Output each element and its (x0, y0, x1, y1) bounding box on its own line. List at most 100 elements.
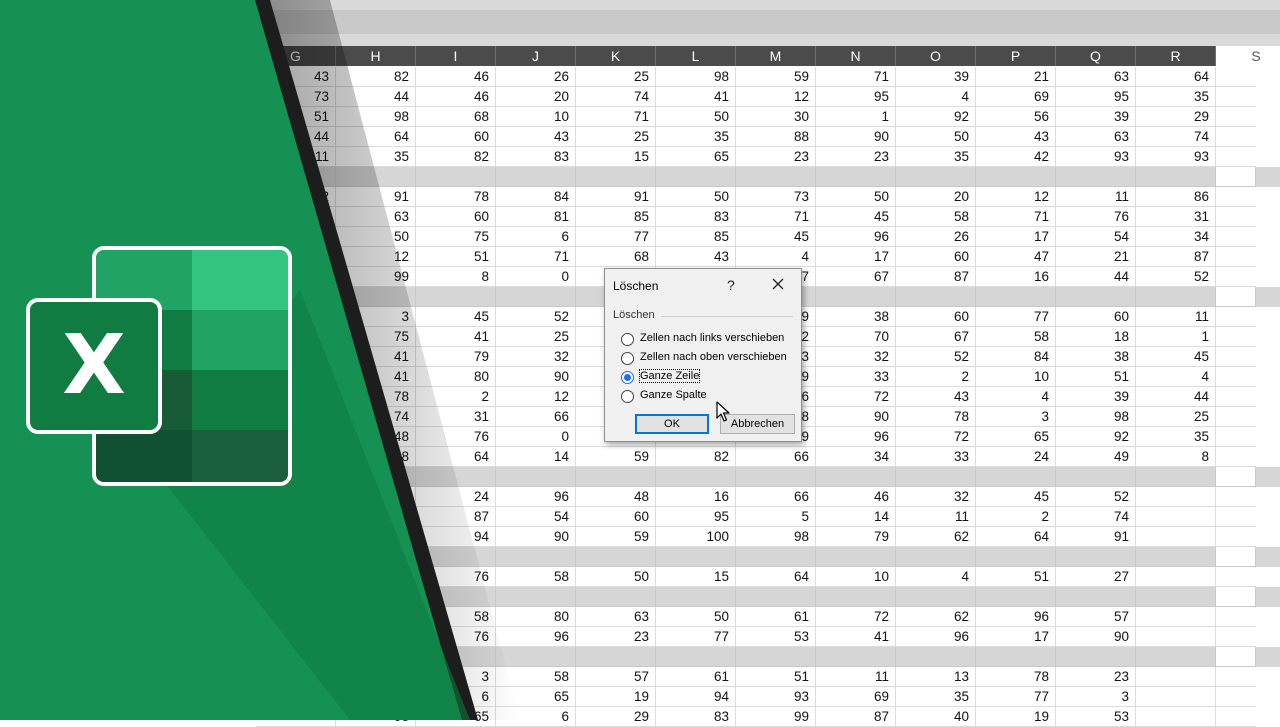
cell[interactable]: 60 (1056, 307, 1136, 327)
cell[interactable] (816, 167, 896, 187)
cell[interactable]: 50 (576, 567, 656, 587)
cell[interactable]: 11 (256, 147, 336, 167)
cell[interactable]: 50 (656, 607, 736, 627)
cell[interactable]: 68 (576, 247, 656, 267)
cell[interactable]: 41 (816, 627, 896, 647)
cell[interactable] (256, 587, 336, 607)
cell[interactable]: 64 (976, 527, 1056, 547)
cell[interactable]: 14 (816, 507, 896, 527)
cell[interactable] (1136, 707, 1216, 727)
cell[interactable]: 65 (496, 687, 576, 707)
cell[interactable]: 99 (336, 267, 416, 287)
cell[interactable]: 74 (1056, 507, 1136, 527)
cell[interactable]: 25 (1136, 407, 1216, 427)
cell[interactable] (816, 647, 896, 667)
cell[interactable]: 50 (896, 127, 976, 147)
cell[interactable]: 52 (1136, 267, 1216, 287)
cell[interactable] (656, 167, 736, 187)
cell[interactable] (816, 467, 896, 487)
cell[interactable]: 94 (416, 527, 496, 547)
cell[interactable]: 34 (816, 447, 896, 467)
cell[interactable]: 32 (816, 347, 896, 367)
column-header-h[interactable]: H (336, 46, 416, 66)
cell[interactable]: 39 (1056, 387, 1136, 407)
cell[interactable]: 4 (976, 387, 1056, 407)
cell[interactable]: 45 (416, 307, 496, 327)
cell[interactable]: 34 (1136, 227, 1216, 247)
cell[interactable]: 64 (1136, 67, 1216, 87)
cell[interactable]: 93 (1056, 147, 1136, 167)
cell[interactable] (1136, 487, 1216, 507)
cell[interactable] (656, 647, 736, 667)
cell[interactable]: 77 (976, 307, 1056, 327)
cell[interactable]: 21 (976, 67, 1056, 87)
cell[interactable]: 50 (656, 187, 736, 207)
cell[interactable]: 1 (816, 107, 896, 127)
cell[interactable] (1136, 627, 1216, 647)
cell[interactable]: 88 (736, 127, 816, 147)
cell[interactable]: 23 (576, 627, 656, 647)
cell[interactable]: 32 (256, 187, 336, 207)
cell[interactable]: 41 (336, 367, 416, 387)
cell[interactable]: 58 (976, 327, 1056, 347)
cell[interactable] (1136, 607, 1216, 627)
cell[interactable]: 39 (896, 67, 976, 87)
cell[interactable]: 61 (656, 667, 736, 687)
cell[interactable]: 57 (1056, 607, 1136, 627)
cell[interactable]: 3 (336, 307, 416, 327)
cell[interactable]: 58 (496, 567, 576, 587)
cell[interactable]: 14 (496, 447, 576, 467)
cell[interactable] (1216, 167, 1256, 187)
cell[interactable]: 54 (496, 507, 576, 527)
cell[interactable]: 65 (416, 707, 496, 727)
cell[interactable]: 90 (496, 527, 576, 547)
cell[interactable] (816, 287, 896, 307)
cell[interactable] (256, 667, 336, 687)
cell[interactable]: 74 (336, 407, 416, 427)
cell[interactable] (1216, 487, 1256, 507)
cell[interactable] (1136, 567, 1216, 587)
radio-entire-row[interactable] (621, 371, 634, 384)
cell[interactable]: 44 (1136, 387, 1216, 407)
cell[interactable]: 29 (1136, 107, 1216, 127)
cell[interactable]: 93 (1136, 147, 1216, 167)
cell[interactable]: 54 (1056, 227, 1136, 247)
cell[interactable]: 75 (336, 327, 416, 347)
cell[interactable] (1136, 667, 1216, 687)
cell[interactable]: 52 (896, 347, 976, 367)
cell[interactable]: 11 (336, 607, 416, 627)
cell[interactable] (896, 167, 976, 187)
cell[interactable]: 65 (656, 147, 736, 167)
cell[interactable]: 76 (416, 567, 496, 587)
cell[interactable]: 71 (816, 67, 896, 87)
cell[interactable]: 60 (576, 507, 656, 527)
cell[interactable] (416, 647, 496, 667)
cell[interactable]: 38 (1056, 347, 1136, 367)
cell[interactable]: 80 (416, 367, 496, 387)
cell[interactable]: 77 (656, 627, 736, 647)
cell[interactable]: 50 (336, 227, 416, 247)
cell[interactable]: 91 (336, 187, 416, 207)
cell[interactable] (976, 167, 1056, 187)
cell[interactable] (416, 287, 496, 307)
cell[interactable]: 41 (336, 347, 416, 367)
cell[interactable]: 46 (416, 67, 496, 87)
cell[interactable] (1216, 347, 1256, 367)
cell[interactable]: 11 (1136, 307, 1216, 327)
cell[interactable]: 25 (496, 327, 576, 347)
cell[interactable]: 2 (976, 507, 1056, 527)
cell[interactable]: 66 (736, 487, 816, 507)
cell[interactable]: 41 (656, 87, 736, 107)
cell[interactable] (256, 687, 336, 707)
cell[interactable] (256, 167, 336, 187)
cell[interactable] (1056, 167, 1136, 187)
cell[interactable]: 42 (976, 147, 1056, 167)
cell[interactable]: 15 (656, 567, 736, 587)
cell[interactable]: 44 (336, 87, 416, 107)
cell[interactable]: 43 (976, 127, 1056, 147)
cell[interactable]: 32 (496, 347, 576, 367)
cell[interactable] (336, 287, 416, 307)
cell[interactable]: 19 (576, 687, 656, 707)
cell[interactable] (1136, 527, 1216, 547)
cell[interactable]: 76 (1056, 207, 1136, 227)
